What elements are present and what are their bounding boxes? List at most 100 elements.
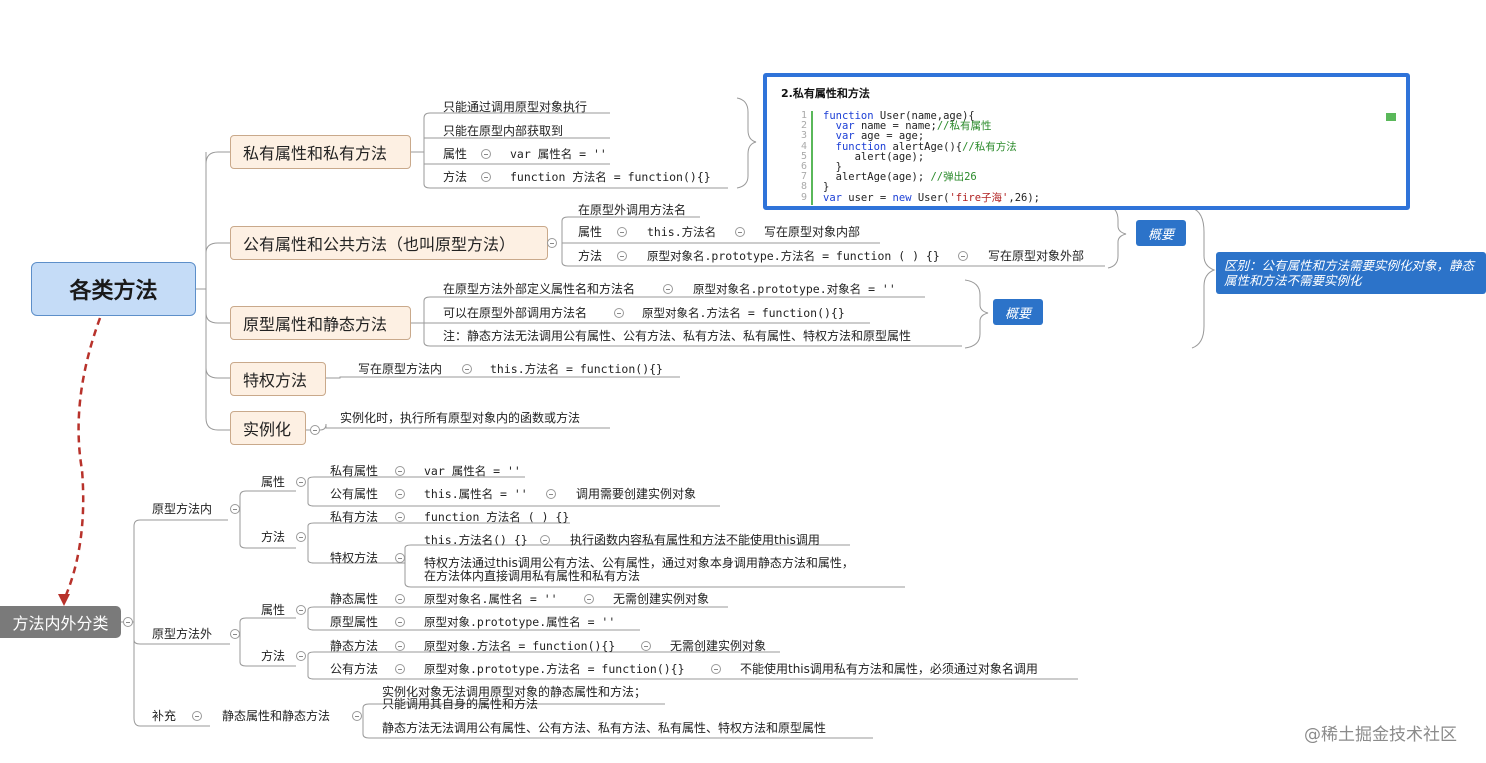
collapse-icon[interactable]	[617, 251, 627, 261]
branch-label: 公有属性和公共方法（也叫原型方法）	[243, 235, 516, 254]
leaf-text: 写在原型对象内部	[764, 225, 861, 239]
leaf-text: 静态属性	[330, 592, 379, 606]
collapse-icon[interactable]	[296, 651, 306, 661]
code-lines: function User(name,age){ var name = name…	[823, 110, 1040, 204]
line-numbers: 123 456 789	[800, 110, 807, 203]
leaf-code: this.属性名 = ''	[424, 487, 528, 501]
leaf-text: 在原型方法外部定义属性名和方法名	[443, 282, 636, 296]
leaf-code: 原型对象.prototype.方法名 = function(){}	[424, 662, 685, 676]
collapse-icon[interactable]	[584, 594, 594, 604]
collapse-icon[interactable]	[546, 489, 556, 499]
leaf-code: this.方法名() {}	[424, 533, 528, 547]
node-inside[interactable]: 原型方法内	[152, 502, 212, 516]
collapse-icon[interactable]	[735, 227, 745, 237]
collapse-icon[interactable]	[481, 172, 491, 182]
collapse-icon[interactable]	[230, 629, 240, 639]
root-topic-2[interactable]: 方法内外分类	[0, 606, 121, 638]
leaf-code: 原型对象名.prototype.对象名 = ''	[693, 282, 896, 296]
leaf-text: 实例化时，执行所有原型对象内的函数或方法	[340, 411, 581, 425]
node-method[interactable]: 方法	[261, 649, 285, 663]
leaf-text: 可以在原型外部调用方法名	[443, 306, 588, 320]
branch-label: 原型属性和静态方法	[243, 315, 388, 334]
node-attr[interactable]: 属性	[261, 603, 285, 617]
difference-callout[interactable]: 区别：公有属性和方法需要实例化对象，静态属性和方法不需要实例化	[1216, 252, 1486, 294]
leaf-text: 私有属性	[330, 464, 379, 478]
collapse-icon[interactable]	[395, 641, 405, 651]
leaf-code: 原型对象.方法名 = function(){}	[424, 639, 616, 653]
node-supplement[interactable]: 补充	[152, 709, 176, 723]
summary-callout[interactable]: 概要	[993, 299, 1043, 325]
leaf-code: function 方法名 = function(){}	[510, 170, 711, 184]
collapse-icon[interactable]	[395, 594, 405, 604]
leaf-text: 方法	[443, 170, 468, 184]
collapse-icon[interactable]	[123, 617, 133, 627]
leaf-code: this.方法名 = function(){}	[490, 362, 663, 376]
leaf-text: 执行函数内容私有属性和方法不能使用this调用	[570, 533, 820, 547]
branch-public[interactable]: 公有属性和公共方法（也叫原型方法）	[230, 226, 548, 260]
collapse-icon[interactable]	[395, 512, 405, 522]
leaf-text: 只能通过调用原型对象执行	[443, 100, 588, 114]
collapse-icon[interactable]	[296, 532, 306, 542]
collapse-icon[interactable]	[352, 711, 362, 721]
collapse-icon[interactable]	[395, 553, 405, 563]
collapse-icon[interactable]	[296, 477, 306, 487]
collapse-icon[interactable]	[192, 711, 202, 721]
leaf-code: 原型对象.prototype.属性名 = ''	[424, 615, 616, 629]
collapse-icon[interactable]	[395, 466, 405, 476]
leaf-text: 方法	[578, 249, 603, 263]
leaf-text: 原型属性	[330, 615, 379, 629]
leaf-text: 公有方法	[330, 662, 379, 676]
collapse-icon[interactable]	[395, 489, 405, 499]
collapse-icon[interactable]	[663, 284, 673, 294]
leaf-text: 写在原型对象外部	[988, 249, 1085, 263]
collapse-icon[interactable]	[547, 238, 557, 248]
collapse-icon[interactable]	[310, 425, 320, 435]
collapse-icon[interactable]	[395, 617, 405, 627]
leaf-text: 不能使用this调用私有方法和属性，必须通过对象名调用	[740, 662, 1038, 676]
code-title: 2.私有属性和方法	[781, 87, 870, 100]
leaf-text: 特权方法	[330, 551, 379, 565]
collapse-icon[interactable]	[395, 664, 405, 674]
leaf-code: 原型对象名.prototype.方法名 = function ( ) {}	[647, 249, 940, 263]
leaf-text: 静态方法无法调用公有属性、公有方法、私有方法、私有属性、特权方法和原型属性	[382, 721, 827, 735]
node-method[interactable]: 方法	[261, 530, 285, 544]
watermark: @稀土掘金技术社区	[1304, 725, 1457, 745]
branch-instantiate[interactable]: 实例化	[230, 411, 306, 445]
branch-private[interactable]: 私有属性和私有方法	[230, 135, 411, 169]
leaf-code: function 方法名 ( ) {}	[424, 510, 570, 524]
branch-label: 实例化	[243, 420, 292, 439]
collapse-icon[interactable]	[462, 364, 472, 374]
summary-callout[interactable]: 概要	[1136, 220, 1186, 246]
collapse-icon[interactable]	[540, 535, 550, 545]
leaf-text: 调用需要创建实例对象	[576, 487, 697, 501]
collapse-icon[interactable]	[711, 664, 721, 674]
leaf-text: 注：静态方法无法调用公有属性、公有方法、私有方法、私有属性、特权方法和原型属性	[443, 329, 912, 343]
leaf-text: 静态方法	[330, 639, 379, 653]
collapse-icon[interactable]	[614, 308, 624, 318]
branch-label: 私有属性和私有方法	[243, 144, 388, 163]
node-attr[interactable]: 属性	[261, 475, 285, 489]
leaf-code: var 属性名 = ''	[424, 464, 521, 478]
collapse-icon[interactable]	[296, 605, 306, 615]
branch-privileged[interactable]: 特权方法	[230, 362, 326, 396]
leaf-text: 属性	[578, 225, 603, 239]
leaf-text: 无需创建实例对象	[613, 592, 710, 606]
leaf-code: 原型对象名.属性名 = ''	[424, 592, 558, 606]
node-outside[interactable]: 原型方法外	[152, 627, 212, 641]
leaf-text: 在原型外调用方法名	[578, 203, 687, 217]
branch-static[interactable]: 原型属性和静态方法	[230, 306, 411, 340]
leaf-text: 私有方法	[330, 510, 379, 524]
root-topic[interactable]: 各类方法	[31, 262, 196, 316]
collapse-icon[interactable]	[641, 641, 651, 651]
leaf-text: 无需创建实例对象	[670, 639, 767, 653]
collapse-icon[interactable]	[958, 251, 968, 261]
leaf-code: this.方法名	[647, 225, 717, 239]
collapse-icon[interactable]	[230, 504, 240, 514]
collapse-icon[interactable]	[481, 149, 491, 159]
leaf-text: 公有属性	[330, 487, 379, 501]
code-snippet-panel: 2.私有属性和方法 123 456 789 function User(name…	[763, 73, 1410, 210]
collapse-icon[interactable]	[617, 227, 627, 237]
copy-code-icon[interactable]	[1386, 113, 1396, 121]
node-supplement-sub[interactable]: 静态属性和静态方法	[222, 709, 330, 723]
leaf-text: 在方法体内直接调用私有属性和私有方法	[424, 569, 641, 583]
